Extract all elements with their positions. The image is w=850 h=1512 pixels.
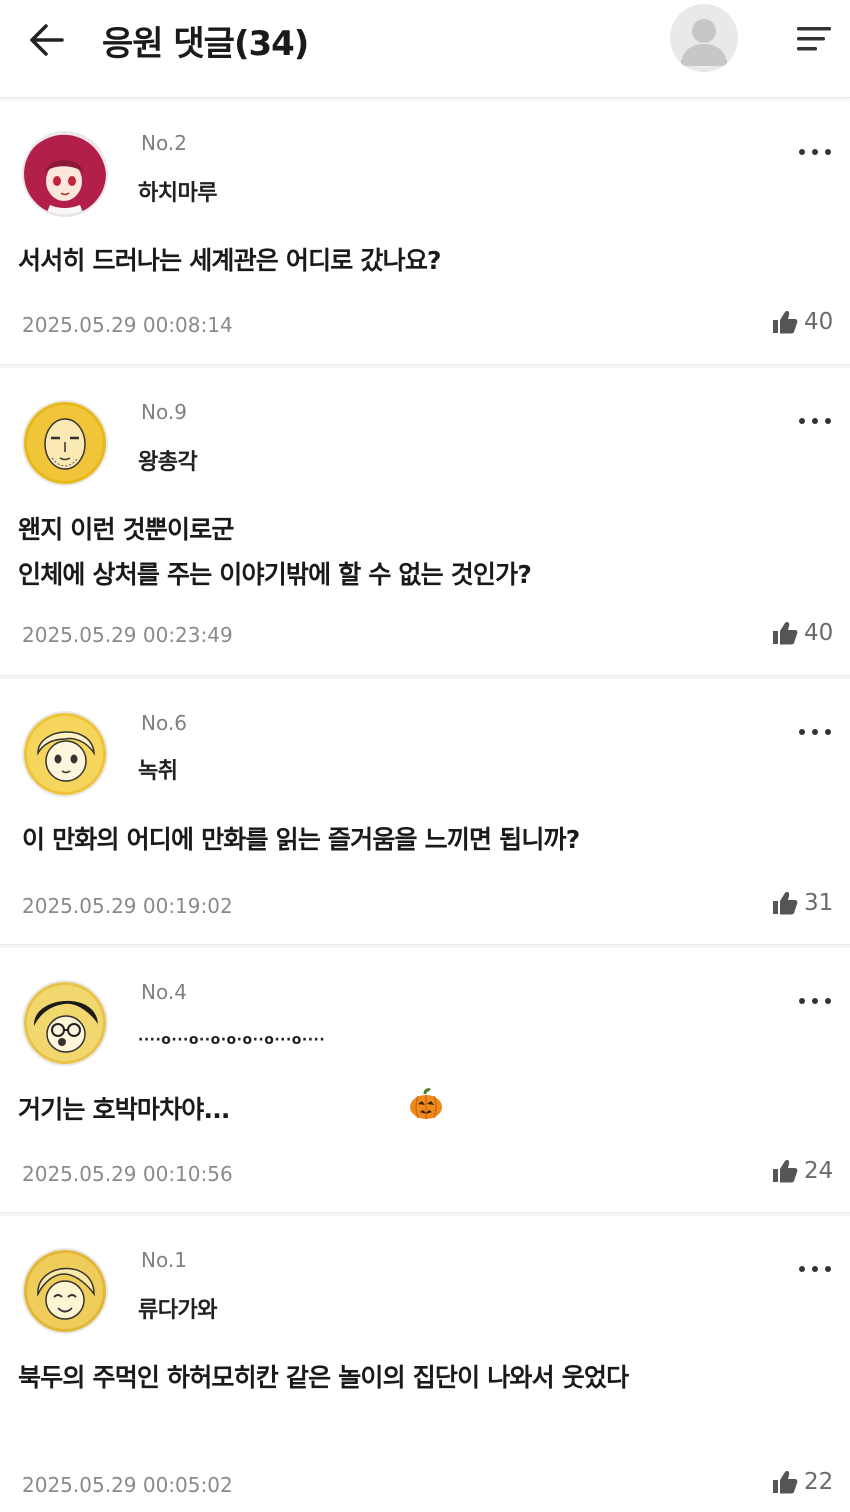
thumbs-up-icon [773,892,798,915]
comment-date: 2025.05.29 00:05:02 [22,1473,233,1497]
comment-number: No.2 [141,131,187,155]
commenter-nickname[interactable]: 녹취 [138,753,178,785]
anime-boy-avatar-icon [24,713,106,795]
comment-line: 북두의 주먹인 하허모히칸 같은 놀이의 집단이 나와서 웃었다 [18,1363,629,1392]
profile-button[interactable] [670,4,738,72]
comment-date: 2025.05.29 00:08:14 [22,313,233,337]
comment-number: No.4 [141,980,187,1004]
comment-date: 2025.05.29 00:19:02 [22,894,233,918]
comment-item: No.2 하치마루 서서히 드러나는 세계관은 어디로 갔나요? 2025.05… [0,99,850,368]
like-count: 40 [804,620,834,646]
back-button[interactable] [26,20,70,60]
commenter-nickname[interactable]: 왕총각 [138,444,198,476]
arrow-left-icon [30,24,64,56]
thumbs-up-icon [773,622,798,645]
like-count: 40 [804,309,834,335]
like-button[interactable]: 40 [772,618,836,648]
more-options-button[interactable] [796,993,834,1009]
thumbs-up-icon [773,1160,798,1183]
commenter-nickname[interactable]: ····o···o··o·o·o··o···o···· [138,1032,325,1048]
comment-date: 2025.05.29 00:23:49 [22,623,233,647]
comment-number: No.6 [141,711,187,735]
smiling-boy-avatar-icon [24,1250,106,1332]
like-count: 22 [804,1469,834,1495]
more-options-button[interactable] [796,144,834,160]
sort-menu-icon [797,27,831,51]
comment-item: No.9 왕총각 왠지 이런 것뿐이로군 인체에 상처를 주는 이야기밖에 할 … [0,368,850,679]
comment-line: 이 만화의 어디에 만화를 읽는 즐거움을 느끼면 됩니까? [22,825,580,854]
commenter-avatar[interactable] [22,711,108,797]
comment-text: 이 만화의 어디에 만화를 읽는 즐거움을 느끼면 됩니까? [22,817,580,862]
thumbs-up-icon [773,1471,798,1494]
like-button[interactable]: 31 [772,888,836,918]
comment-item: No.6 녹취 이 만화의 어디에 만화를 읽는 즐거움을 느끼면 됩니까? 2… [0,679,850,948]
comment-line: 서서히 드러나는 세계관은 어디로 갔나요? [18,246,442,275]
commenter-nickname[interactable]: 류다가와 [138,1292,217,1324]
page-title: 응원 댓글(34) [102,24,309,64]
comment-line: 거기는 호박마차야... [18,1087,444,1134]
commenter-nickname[interactable]: 하치마루 [138,175,217,207]
comment-text: 서서히 드러나는 세계관은 어디로 갔나요? [18,238,442,283]
commenter-avatar[interactable] [22,980,108,1066]
more-dots-icon [799,998,805,1004]
like-count: 31 [804,890,834,916]
comment-number: No.1 [141,1248,187,1272]
more-dots-icon [799,418,805,424]
like-button[interactable]: 24 [772,1156,836,1186]
bald-man-avatar-icon [24,402,106,484]
more-dots-icon [799,729,805,735]
like-button[interactable]: 40 [772,307,836,337]
commenter-avatar[interactable] [22,400,108,486]
like-count: 24 [804,1158,834,1184]
comment-line-text: 거기는 호박마차야... [18,1095,230,1124]
comment-text: 북두의 주먹인 하허모히칸 같은 놀이의 집단이 나와서 웃었다 [18,1355,629,1400]
pumpkin-icon [408,1088,444,1134]
comment-item: No.4 ····o···o··o·o·o··o···o···· 거기는 호박마… [0,948,850,1216]
comment-line: 왠지 이런 것뿐이로군 [18,515,234,544]
anime-girl-avatar-icon [24,133,106,215]
thumbs-up-icon [773,311,798,334]
comment-text: 거기는 호박마차야... [18,1087,444,1134]
top-app-bar: 응원 댓글(34) [0,0,850,98]
sort-menu-button[interactable] [794,22,834,56]
more-dots-icon [799,149,805,155]
more-dots-icon [799,1266,805,1272]
commenter-avatar[interactable] [22,1248,108,1334]
comment-number: No.9 [141,400,187,424]
more-options-button[interactable] [796,724,834,740]
comment-text: 왠지 이런 것뿐이로군 인체에 상처를 주는 이야기밖에 할 수 없는 것인가? [18,507,532,597]
more-options-button[interactable] [796,413,834,429]
comment-item: No.1 류다가와 북두의 주먹인 하허모히칸 같은 놀이의 집단이 나와서 웃… [0,1216,850,1512]
comment-date: 2025.05.29 00:10:56 [22,1162,233,1186]
like-button[interactable]: 22 [772,1467,836,1497]
more-options-button[interactable] [796,1261,834,1277]
commenter-avatar[interactable] [22,131,108,217]
comment-line: 인체에 상처를 주는 이야기밖에 할 수 없는 것인가? [18,560,532,589]
user-avatar-icon [670,4,738,72]
glasses-boy-avatar-icon [24,982,106,1064]
